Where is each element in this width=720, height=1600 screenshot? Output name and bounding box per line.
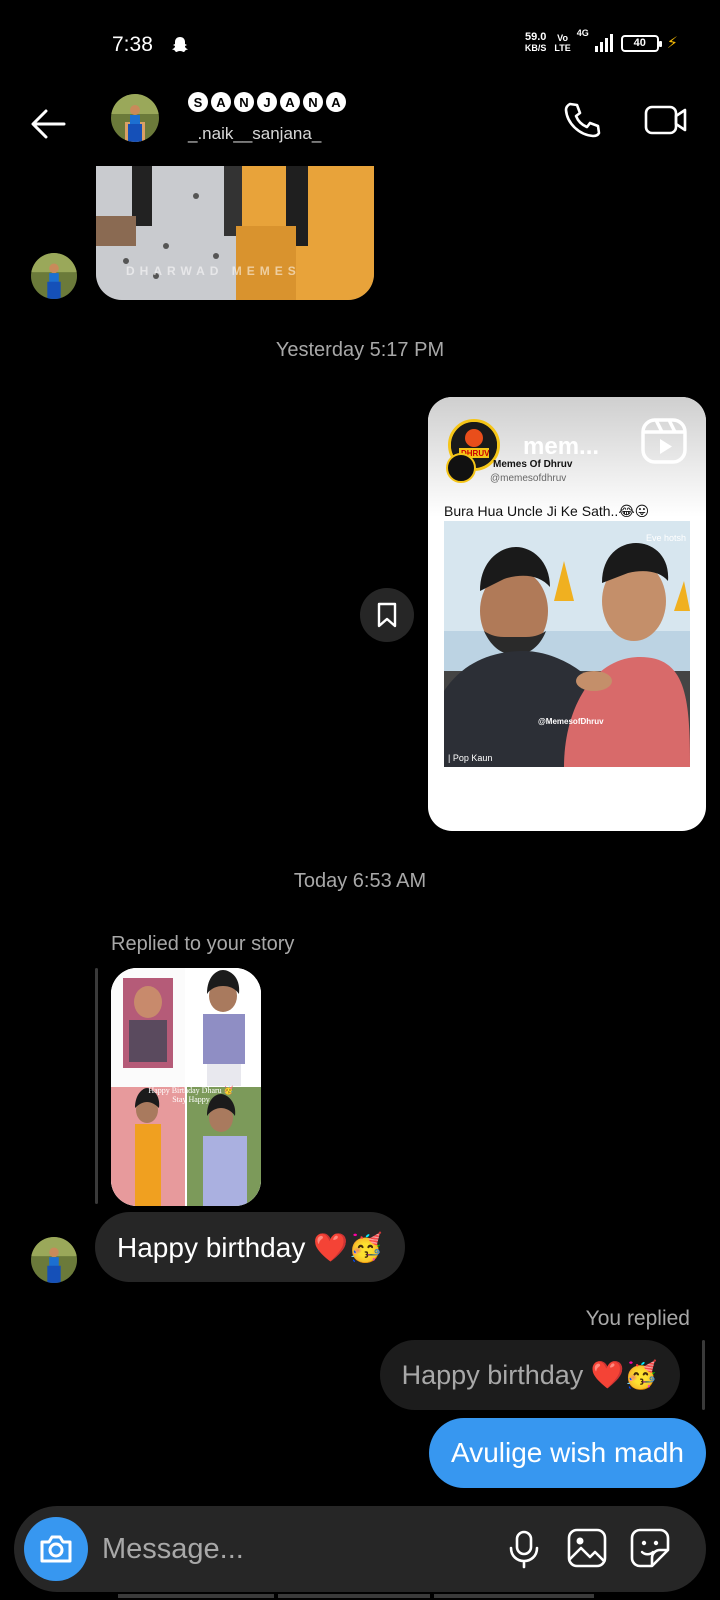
- image-message[interactable]: DHARWAD MEMES: [96, 166, 374, 300]
- volte-indicator: Vo LTE: [554, 33, 571, 53]
- timestamp-yesterday: Yesterday 5:17 PM: [275, 339, 445, 361]
- save-reel-button[interactable]: [360, 588, 414, 642]
- quote-line: [702, 1340, 705, 1410]
- incoming-message[interactable]: Happy birthday ❤️🥳: [95, 1212, 405, 1282]
- camera-button[interactable]: [24, 1517, 88, 1581]
- signal-icon: 4G: [577, 28, 613, 52]
- contact-handle[interactable]: _.naik__sanjana_: [188, 124, 321, 144]
- chat-header: S A N J A N A _.naik__sanjana_: [0, 90, 720, 166]
- status-bar: 7:38 59.0 KB/S Vo LTE 4G 40 ⚡: [0, 0, 720, 90]
- message-input[interactable]: [102, 1528, 482, 1570]
- reel-account-name: Memes Of Dhruv: [493, 459, 573, 470]
- snapchat-icon: [172, 37, 188, 52]
- message-composer: [14, 1506, 706, 1592]
- story-thumbnail[interactable]: Happy Birthday Dharu 🥳 Stay Happy: [111, 968, 261, 1206]
- clock: 7:38: [112, 33, 153, 56]
- battery-icon: 40: [620, 34, 662, 52]
- reel-video-label: | Pop Kaun: [448, 753, 493, 763]
- contact-name[interactable]: S A N J A N A: [188, 92, 346, 112]
- video-call-icon[interactable]: [642, 98, 690, 142]
- outgoing-message[interactable]: Avulige wish madh: [429, 1418, 706, 1488]
- nav-bar: [0, 1594, 720, 1600]
- quoted-message[interactable]: Happy birthday ❤️🥳: [379, 1340, 680, 1410]
- shared-reel-card[interactable]: DHRUV mem... Memes Of Dhruv @memesofdhru…: [428, 397, 706, 831]
- phone-call-icon[interactable]: [560, 98, 604, 142]
- charging-icon: ⚡: [666, 35, 678, 52]
- sender-avatar[interactable]: [31, 253, 77, 299]
- reel-account-handle: @memesofdhruv: [490, 473, 567, 484]
- image-watermark: DHARWAD MEMES: [126, 264, 301, 278]
- reel-account-avatar: [446, 453, 476, 483]
- bookmark-icon: [377, 602, 397, 628]
- you-replied-label: You replied: [585, 1307, 690, 1330]
- sticker-icon[interactable]: [628, 1526, 672, 1570]
- network-speed: 59.0 KB/S: [524, 31, 547, 54]
- contact-avatar[interactable]: [111, 94, 159, 142]
- gallery-icon[interactable]: [565, 1526, 609, 1570]
- microphone-icon[interactable]: [502, 1527, 546, 1571]
- reel-title: mem...: [523, 433, 600, 460]
- story-reply-label: Replied to your story: [111, 933, 295, 955]
- reel-corner-text: Eve hotsh: [645, 533, 686, 543]
- reel-watermark: @MemesofDhruv: [538, 717, 604, 726]
- back-arrow-icon[interactable]: [26, 102, 70, 146]
- reels-icon: [641, 418, 687, 464]
- reel-caption: Bura Hua Uncle Ji Ke Sath..😂😛: [444, 503, 650, 519]
- timestamp-today: Today 6:53 AM: [293, 870, 427, 892]
- reel-thumbnail: Eve hotsh @MemesofDhruv | Pop Kaun: [444, 521, 690, 767]
- camera-icon: [40, 1535, 72, 1563]
- story-overlay-text: Happy Birthday Dharu 🥳 Stay Happy: [148, 1086, 234, 1104]
- status-indicators: 59.0 KB/S Vo LTE 4G 40 ⚡: [524, 28, 678, 54]
- story-reply-line: [95, 968, 98, 1204]
- sender-avatar[interactable]: [31, 1237, 77, 1283]
